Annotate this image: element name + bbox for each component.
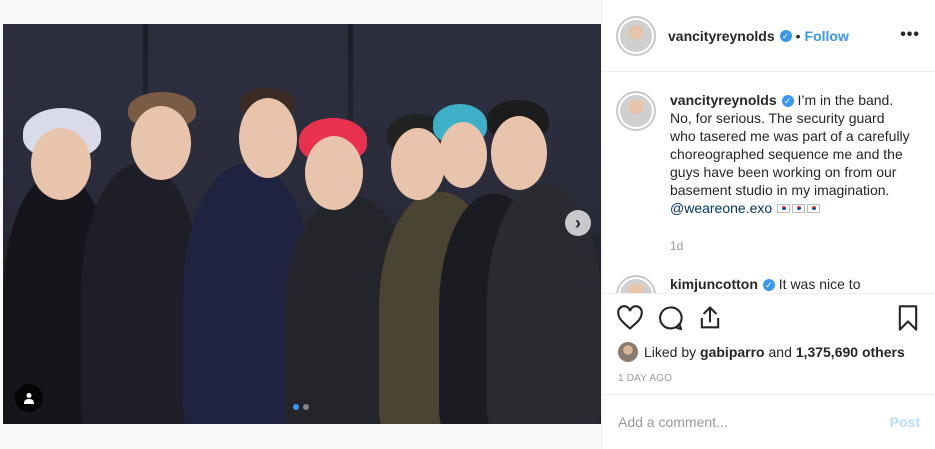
likes-and: and	[768, 344, 792, 360]
person-face	[239, 98, 297, 178]
heart-icon[interactable]	[616, 304, 644, 332]
comment-avatar[interactable]	[616, 91, 656, 131]
person-face	[131, 106, 191, 180]
person-face	[439, 122, 487, 188]
comment-text: It was nice to	[778, 276, 861, 292]
more-options-icon[interactable]: •••	[900, 26, 920, 44]
action-icons	[602, 294, 935, 340]
person-face	[31, 128, 91, 200]
next-slide-button[interactable]: ›	[565, 210, 591, 236]
post-container: › vancityreynolds ✓ • Follow ••• vancity…	[0, 0, 935, 449]
comment-username[interactable]: kimjuncotton	[670, 276, 758, 292]
mention-link[interactable]: @weareone.exo	[670, 200, 772, 216]
author-username[interactable]: vancityreynolds	[668, 28, 775, 44]
avatar	[620, 19, 652, 52]
verified-icon: ✓	[781, 95, 794, 107]
liker-username[interactable]: gabiparro	[700, 344, 765, 360]
comment-username[interactable]: vancityreynolds	[670, 92, 777, 108]
separator: •	[795, 27, 801, 44]
author-avatar[interactable]	[616, 15, 656, 56]
add-comment-bar: Post	[602, 394, 935, 449]
post-header: vancityreynolds ✓ • Follow •••	[602, 0, 935, 72]
flag-icon	[777, 204, 791, 213]
comments-list[interactable]: vancityreynolds ✓ I’m in the band. No, fo…	[602, 73, 935, 293]
avatar	[620, 95, 652, 127]
carousel-dot[interactable]	[293, 404, 299, 410]
post-date[interactable]: 1 DAY AGO	[618, 373, 672, 384]
comment-icon[interactable]	[656, 304, 684, 332]
chevron-right-icon: ›	[575, 213, 581, 233]
comment-avatar[interactable]	[616, 275, 656, 293]
post-actions: Liked by gabiparro and 1,375,690 others …	[602, 293, 935, 384]
bookmark-icon[interactable]	[894, 304, 922, 332]
person-face	[305, 136, 363, 210]
person-face	[491, 116, 547, 190]
verified-icon: ✓	[779, 29, 792, 42]
person-face	[391, 128, 445, 200]
comment-age[interactable]: 1d	[670, 237, 910, 255]
comment-input[interactable]	[618, 414, 890, 430]
post-sidebar: vancityreynolds ✓ • Follow ••• vancityre…	[601, 0, 935, 449]
avatar	[620, 279, 652, 293]
likes-count[interactable]: 1,375,690 others	[796, 344, 905, 360]
verified-icon: ✓	[762, 279, 775, 291]
tagged-users-button[interactable]	[15, 384, 43, 412]
caption-comment: vancityreynolds ✓ I’m in the band. No, fo…	[616, 91, 910, 255]
comment-body: kimjuncotton ✓ It was nice to	[670, 275, 910, 293]
post-photo[interactable]: ›	[3, 24, 601, 424]
comment-body: vancityreynolds ✓ I’m in the band. No, fo…	[670, 91, 910, 255]
carousel-dot[interactable]	[303, 404, 309, 410]
post-comment-button[interactable]: Post	[890, 414, 920, 430]
flag-icon	[807, 204, 821, 213]
comment: kimjuncotton ✓ It was nice to	[616, 275, 910, 293]
follow-button[interactable]: Follow	[805, 28, 849, 44]
likes-prefix: Liked by	[644, 344, 697, 360]
carousel-dots	[293, 404, 309, 410]
likes-summary[interactable]: Liked by gabiparro and 1,375,690 others	[618, 342, 905, 362]
user-tag-icon	[24, 393, 34, 404]
share-icon[interactable]	[696, 304, 724, 332]
flag-icon	[792, 204, 806, 213]
liker-avatar	[618, 342, 638, 362]
